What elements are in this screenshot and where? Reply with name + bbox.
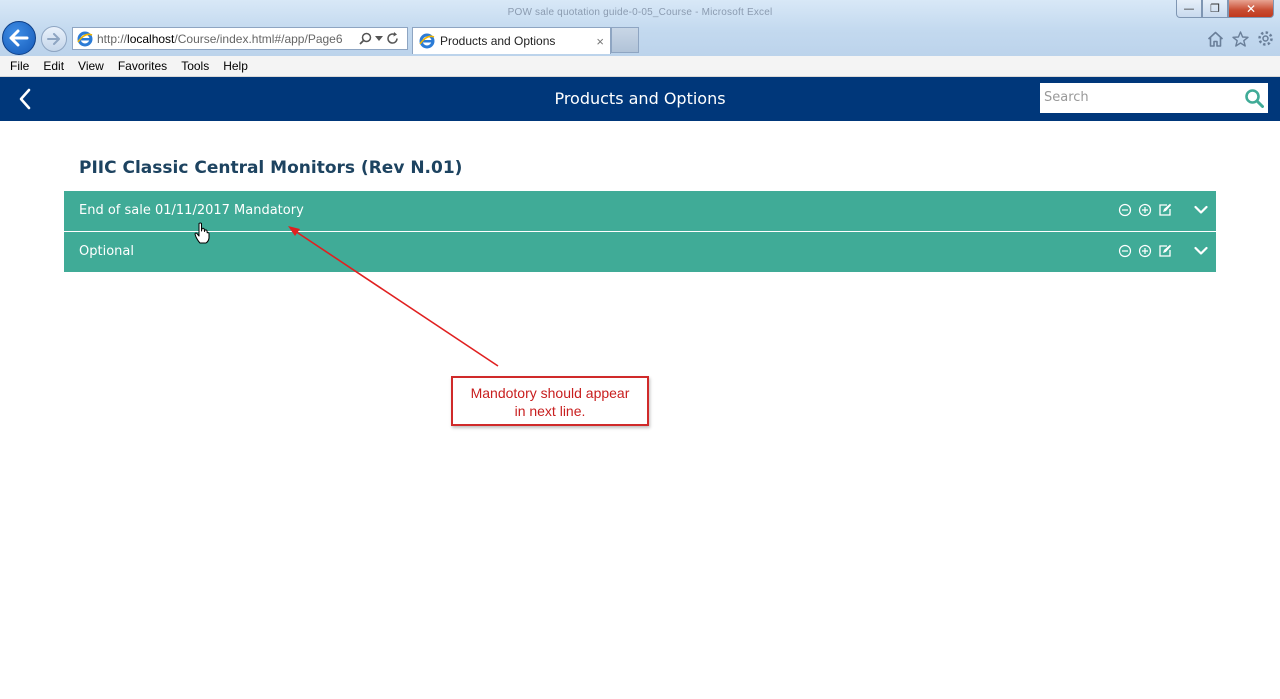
url-scheme: http://	[97, 31, 128, 46]
menu-bar: File Edit View Favorites Tools Help	[0, 56, 1280, 77]
collapse-minus-icon[interactable]	[1118, 244, 1132, 258]
hand-cursor-icon	[194, 222, 210, 244]
favorites-star-icon[interactable]	[1232, 30, 1249, 47]
url-text[interactable]: http://localhost/Course/index.html#/app/…	[97, 32, 355, 46]
edit-icon[interactable]	[1158, 244, 1172, 258]
menu-favorites[interactable]: Favorites	[118, 59, 167, 73]
address-bar[interactable]: http://localhost/Course/index.html#/app/…	[72, 27, 408, 50]
collapse-minus-icon[interactable]	[1118, 203, 1132, 217]
tab-products-and-options[interactable]: Products and Options ×	[412, 27, 611, 54]
search-icon[interactable]	[1244, 88, 1264, 108]
ie-logo-icon	[77, 31, 93, 46]
list-item-optional[interactable]: Optional	[64, 232, 1216, 272]
gear-icon[interactable]	[1257, 30, 1274, 47]
search-box	[1040, 83, 1268, 113]
annotation-callout: Mandotory should appear in next line.	[451, 376, 649, 426]
edit-icon[interactable]	[1158, 203, 1172, 217]
url-host: localhost	[127, 31, 175, 46]
close-window-button[interactable]: ✕	[1228, 0, 1274, 18]
annotation-line-2: in next line.	[514, 403, 586, 419]
tab-title: Products and Options	[440, 34, 556, 48]
menu-edit[interactable]: Edit	[43, 59, 64, 73]
browser-toolbar-right	[1207, 30, 1274, 47]
annotation-line-1: Mandotory should appear	[470, 385, 630, 401]
row-actions	[1118, 244, 1172, 258]
arrow-left-icon	[9, 29, 29, 47]
ie-logo-icon	[419, 33, 435, 49]
menu-tools[interactable]: Tools	[181, 59, 209, 73]
menu-file[interactable]: File	[10, 59, 29, 73]
minimize-button[interactable]: —	[1176, 0, 1202, 18]
search-icon[interactable]	[359, 32, 372, 45]
browser-back-button[interactable]	[2, 21, 36, 55]
dropdown-arrow-icon[interactable]	[375, 35, 383, 42]
tab-close-icon[interactable]: ×	[596, 34, 604, 49]
row-actions	[1118, 203, 1172, 217]
window-controls: — ❐ ✕	[1176, 0, 1274, 18]
menu-help[interactable]: Help	[223, 59, 248, 73]
row-label: End of sale 01/11/2017 Mandatory	[79, 203, 304, 218]
menu-view[interactable]: View	[78, 59, 104, 73]
chevron-down-icon[interactable]	[1194, 246, 1208, 256]
refresh-icon[interactable]	[386, 32, 399, 45]
expand-plus-icon[interactable]	[1138, 203, 1152, 217]
product-group-title: PIIC Classic Central Monitors (Rev N.01)	[79, 158, 463, 178]
window-title: POW sale quotation guide-0-05_Course - M…	[507, 7, 773, 18]
expand-plus-icon[interactable]	[1138, 244, 1152, 258]
address-tools	[359, 32, 399, 45]
browser-chrome: POW sale quotation guide-0-05_Course - M…	[0, 0, 1280, 56]
list-item-mandatory[interactable]: End of sale 01/11/2017 Mandatory	[64, 191, 1216, 231]
new-tab-button[interactable]	[611, 27, 639, 53]
chevron-down-icon[interactable]	[1194, 205, 1208, 215]
search-input[interactable]	[1040, 83, 1239, 111]
arrow-right-icon	[47, 33, 60, 45]
browser-forward-button[interactable]	[41, 26, 67, 52]
restore-button[interactable]: ❐	[1202, 0, 1228, 18]
home-icon[interactable]	[1207, 31, 1224, 47]
row-label: Optional	[79, 244, 134, 259]
url-path: /Course/index.html#/app/Page6	[174, 31, 343, 46]
